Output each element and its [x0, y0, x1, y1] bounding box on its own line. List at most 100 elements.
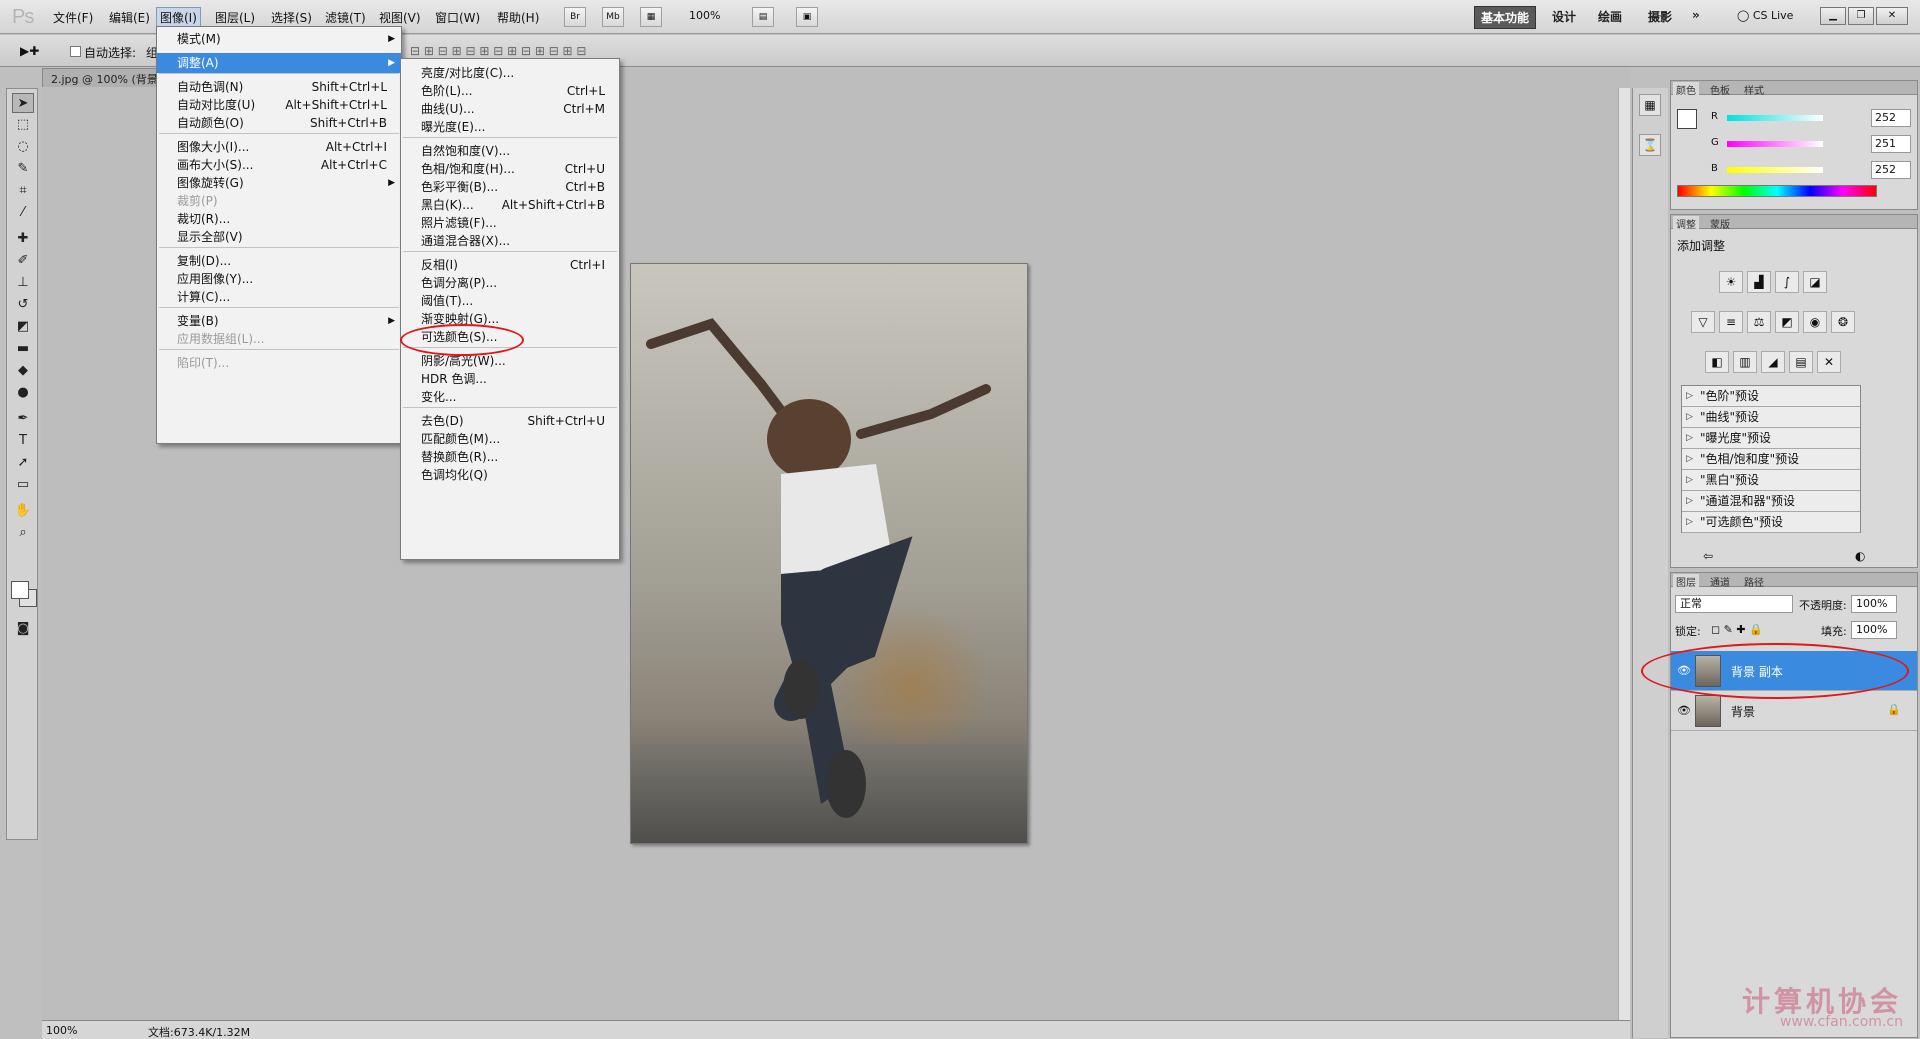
histogram-icon[interactable]: ▦ [1639, 94, 1661, 116]
image-menu-item[interactable]: 画布大小(S)... Alt+Ctrl+C [157, 155, 401, 175]
adjust-menu-item[interactable]: 去色(D) Shift+Ctrl+U [401, 411, 619, 431]
brush-tool-icon[interactable]: ✐ [12, 251, 34, 271]
menu-window[interactable]: 窗口(W) [432, 8, 483, 27]
adjust-menu-item[interactable]: 色相/饱和度(H)... Ctrl+U [401, 159, 619, 179]
image-menu-item[interactable]: 陷印(T)... [157, 353, 401, 373]
opacity-input[interactable]: 100% [1851, 595, 1897, 613]
image-menu-item[interactable]: 裁切(R)... [157, 209, 401, 229]
image-menu-item[interactable]: 模式(M) ▶ [157, 29, 401, 49]
bridge-button[interactable]: Br [564, 7, 586, 27]
gradient-map-icon[interactable]: ▤ [1789, 351, 1813, 373]
tab-channels[interactable]: 通道 [1707, 574, 1733, 589]
foreground-color-swatch[interactable] [11, 581, 29, 599]
image-menu-item[interactable]: 计算(C)... [157, 287, 401, 307]
workspace-more[interactable]: » [1686, 6, 1706, 24]
zoom-select[interactable]: 100% [686, 8, 723, 23]
mini-bridge-button[interactable]: Mb [602, 7, 624, 27]
type-tool-icon[interactable]: T [12, 431, 34, 451]
document-tab[interactable]: 2.jpg @ 100% (背景 [42, 68, 167, 87]
adjust-menu-item[interactable]: 自然饱和度(V)... [401, 141, 619, 161]
blend-mode-select[interactable]: 正常 [1675, 595, 1793, 613]
adjust-menu-item[interactable]: 色调分离(P)... [401, 273, 619, 293]
minimize-button[interactable]: ▁ [1820, 7, 1846, 25]
preset-list-item[interactable]: "色阶"预设 [1682, 386, 1860, 407]
slider-track[interactable] [1727, 167, 1823, 173]
align-icons[interactable]: ⊟ ⊞ ⊟ ⊞ ⊟ ⊞ ⊟ ⊞ ⊟ ⊞ ⊟ ⊞ ⊟ [410, 44, 586, 58]
image-menu-item[interactable]: 自动颜色(O) Shift+Ctrl+B [157, 113, 401, 133]
slider-value-input[interactable]: 252 [1871, 161, 1911, 179]
adjust-menu-item[interactable]: 通道混合器(X)... [401, 231, 619, 251]
preset-list-item[interactable]: "黑白"预设 [1682, 470, 1860, 491]
image-menu-item[interactable]: 裁剪(P) [157, 191, 401, 211]
vibrance-icon[interactable]: ▽ [1691, 311, 1715, 333]
healing-brush-tool-icon[interactable]: ✚ [12, 229, 34, 249]
path-select-tool-icon[interactable]: ➚ [12, 453, 34, 473]
tab-paths[interactable]: 路径 [1741, 574, 1767, 589]
visibility-eye-icon[interactable]: 👁 [1677, 704, 1691, 717]
menu-edit[interactable]: 编辑(E) [106, 8, 153, 27]
image-menu-item[interactable]: 自动色调(N) Shift+Ctrl+L [157, 77, 401, 97]
return-to-list-icon[interactable]: ⇦ [1703, 549, 1713, 563]
marquee-tool-icon[interactable]: ⬚ [12, 115, 34, 135]
posterize-icon[interactable]: ▥ [1733, 351, 1757, 373]
hue-saturation-icon[interactable]: ≡ [1719, 311, 1743, 333]
move-tool-icon[interactable]: ➤ [12, 93, 34, 113]
close-button[interactable]: ✕ [1876, 7, 1908, 25]
tab-layers[interactable]: 图层 [1673, 574, 1699, 589]
image-menu-item[interactable]: 图像大小(I)... Alt+Ctrl+I [157, 137, 401, 157]
dodge-tool-icon[interactable]: ● [12, 383, 34, 403]
preset-list-item[interactable]: "通道混和器"预设 [1682, 491, 1860, 512]
color-balance-icon[interactable]: ⚖ [1747, 311, 1771, 333]
quick-mask-icon[interactable]: ◙ [12, 619, 34, 639]
adjust-menu-item[interactable]: 色调均化(Q) [401, 465, 619, 485]
menu-image[interactable]: 图像(I) [156, 7, 201, 28]
fill-input[interactable]: 100% [1851, 621, 1897, 639]
image-menu-item[interactable]: 自动对比度(U) Alt+Shift+Ctrl+L [157, 95, 401, 115]
menu-file[interactable]: 文件(F) [50, 8, 96, 27]
panel-options-icon[interactable]: ◐ [1855, 549, 1865, 563]
workspace-essentials[interactable]: 基本功能 [1474, 6, 1537, 29]
slider-track[interactable] [1727, 141, 1823, 147]
slider-track[interactable] [1727, 115, 1823, 121]
zoom-tool-icon[interactable]: ⌕ [12, 523, 34, 543]
adjust-menu-item[interactable]: 色彩平衡(B)... Ctrl+B [401, 177, 619, 197]
photo-filter-icon[interactable]: ◉ [1803, 311, 1827, 333]
history-brush-tool-icon[interactable]: ↺ [12, 295, 34, 315]
quick-select-tool-icon[interactable]: ✎ [12, 159, 34, 179]
image-menu-item[interactable]: 显示全部(V) [157, 227, 401, 247]
image-menu-item[interactable]: 复制(D)... [157, 251, 401, 271]
menu-help[interactable]: 帮助(H) [494, 8, 542, 27]
eraser-tool-icon[interactable]: ◩ [12, 317, 34, 337]
lasso-tool-icon[interactable]: ◌ [12, 137, 34, 157]
tab-styles[interactable]: 样式 [1741, 82, 1767, 97]
workspace-design[interactable]: 设计 [1546, 6, 1582, 27]
selective-color-icon[interactable]: ✕ [1817, 351, 1841, 373]
crop-tool-icon[interactable]: ⌗ [12, 181, 34, 201]
move-tool-icon[interactable]: ▶✚ [20, 44, 39, 58]
adjust-menu-item[interactable]: 曲线(U)... Ctrl+M [401, 99, 619, 119]
curves-icon[interactable]: ∫ [1775, 271, 1799, 293]
restore-button[interactable]: ❐ [1848, 7, 1874, 25]
image-menu-item[interactable]: 变量(B) ▶ [157, 311, 401, 331]
black-white-icon[interactable]: ◩ [1775, 311, 1799, 333]
tab-masks[interactable]: 蒙版 [1707, 216, 1733, 231]
workspace-photography[interactable]: 摄影 [1642, 6, 1678, 27]
threshold-icon[interactable]: ◢ [1761, 351, 1785, 373]
hand-tool-icon[interactable]: ✋ [12, 501, 34, 521]
preset-list-item[interactable]: "曝光度"预设 [1682, 428, 1860, 449]
adjust-menu-item[interactable]: 替换颜色(R)... [401, 447, 619, 467]
tab-swatches[interactable]: 色板 [1707, 82, 1733, 97]
exposure-icon[interactable]: ◪ [1803, 271, 1827, 293]
adjust-menu-item[interactable]: HDR 色调... [401, 369, 619, 389]
slider-value-input[interactable]: 251 [1871, 135, 1911, 153]
blur-tool-icon[interactable]: ◆ [12, 361, 34, 381]
workspace-painting[interactable]: 绘画 [1592, 6, 1628, 27]
arrange-documents-icon[interactable]: ▤ [752, 7, 774, 27]
adjust-menu-item[interactable]: 变化... [401, 387, 619, 407]
extras-icon[interactable]: ▦ [640, 7, 662, 27]
shape-tool-icon[interactable]: ▭ [12, 475, 34, 495]
menu-layer[interactable]: 图层(L) [212, 8, 258, 27]
color-spectrum-bar[interactable] [1677, 185, 1877, 197]
image-menu-item[interactable]: 应用图像(Y)... [157, 269, 401, 289]
adjust-menu-item[interactable]: 阈值(T)... [401, 291, 619, 311]
